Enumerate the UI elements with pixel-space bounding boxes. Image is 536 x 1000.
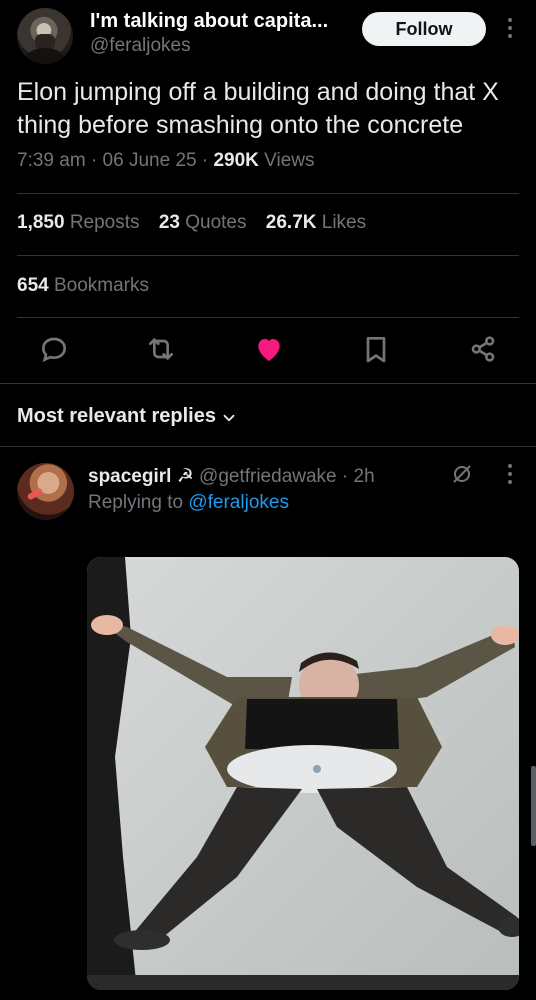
meta-separator: · [90, 150, 98, 171]
reply-handle[interactable]: @getfriedawake [199, 466, 337, 487]
replying-to-handle[interactable]: @feraljokes [188, 492, 289, 513]
reply-avatar[interactable] [17, 463, 74, 520]
engagement-stats: 1,850 Reposts 23 Quotes 26.7K Likes [17, 212, 380, 234]
views-label: Views [264, 150, 315, 171]
tweet-time[interactable]: 7:39 am [17, 150, 86, 171]
more-options-icon[interactable] [505, 14, 515, 44]
replies-sort-label[interactable]: Most relevant replies [17, 405, 216, 428]
tweet-text: Elon jumping off a building and doing th… [17, 78, 499, 139]
divider [17, 317, 519, 318]
replying-to: Replying to @feraljokes [88, 492, 289, 514]
bookmark-icon[interactable] [360, 333, 392, 365]
reply-media-image[interactable] [87, 557, 519, 990]
share-icon[interactable] [467, 333, 499, 365]
follow-button[interactable]: Follow [362, 12, 486, 46]
scrollbar[interactable] [531, 766, 536, 846]
quotes-stat[interactable]: 23 Quotes [159, 212, 247, 233]
tweet-meta: 7:39 am · 06 June 25 · 290K Views [17, 150, 315, 172]
reply-time[interactable]: 2h [354, 466, 375, 487]
grok-icon[interactable] [450, 462, 474, 486]
like-icon[interactable] [253, 333, 285, 365]
more-options-icon[interactable] [505, 460, 515, 490]
tweet-date[interactable]: 06 June 25 [103, 150, 197, 171]
views-count: 290K [213, 150, 259, 171]
repost-icon[interactable] [145, 333, 177, 365]
reply-author: spacegirl ☭ @getfriedawake · 2h [88, 465, 375, 488]
author-display-name[interactable]: I'm talking about capita... [90, 10, 328, 33]
replying-to-label: Replying to [88, 492, 184, 513]
divider [17, 255, 519, 256]
section-divider [0, 383, 536, 384]
divider [17, 193, 519, 194]
section-divider [0, 446, 536, 447]
chevron-down-icon[interactable] [220, 409, 238, 427]
author-avatar[interactable] [17, 8, 73, 64]
reply-display-name[interactable]: spacegirl ☭ [88, 466, 194, 487]
reply-icon[interactable] [38, 333, 70, 365]
author-handle[interactable]: @feraljokes [90, 35, 191, 57]
bookmarks-stat[interactable]: 654 Bookmarks [17, 275, 149, 297]
likes-stat[interactable]: 26.7K Likes [266, 212, 366, 233]
reposts-stat[interactable]: 1,850 Reposts [17, 212, 140, 233]
tweet-header: I'm talking about capita... @feraljokes … [0, 0, 536, 70]
meta-separator: · [201, 150, 209, 171]
meta-separator: · [341, 466, 349, 487]
